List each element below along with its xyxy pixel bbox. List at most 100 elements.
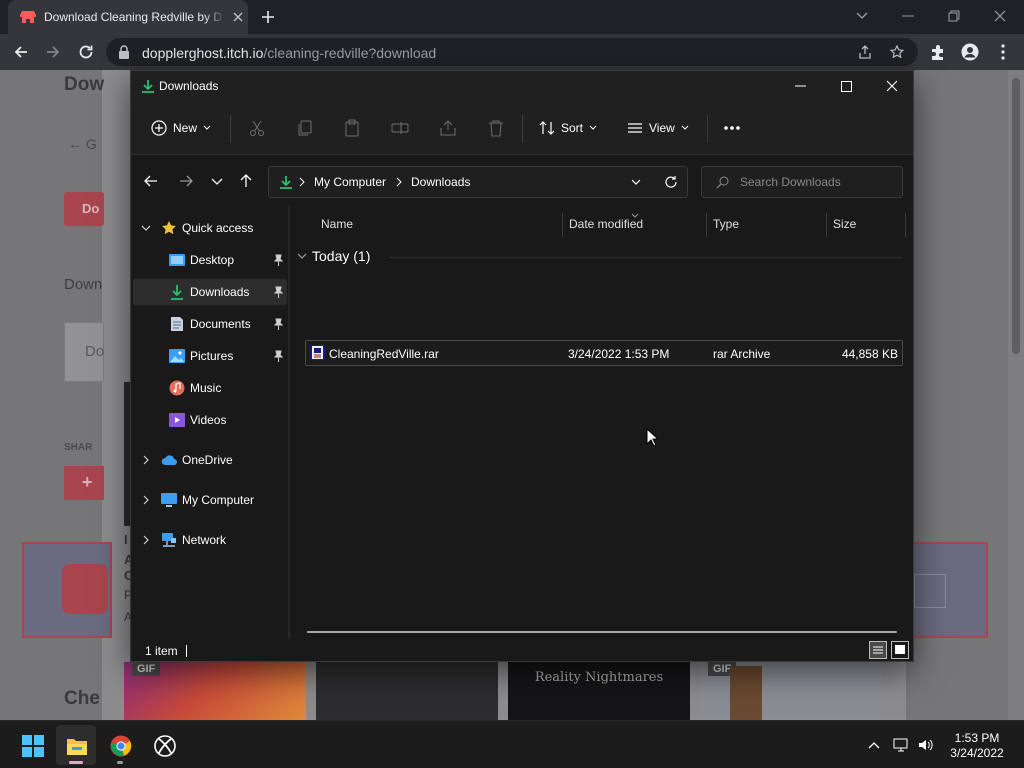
delete-icon[interactable]: [487, 119, 505, 137]
breadcrumb-downloads[interactable]: Downloads: [411, 175, 470, 189]
tab-close-icon[interactable]: [232, 11, 244, 23]
documents-icon: [171, 317, 183, 331]
close-icon[interactable]: [990, 6, 1010, 26]
refresh-icon[interactable]: [664, 175, 678, 189]
navigation-pane: Quick access Desktop Downloads Documents…: [131, 207, 289, 635]
nav-quick-access[interactable]: Quick access: [133, 215, 287, 241]
browser-tab[interactable]: Download Cleaning Redville by D: [8, 0, 248, 34]
maximize-icon[interactable]: [823, 71, 869, 101]
nav-item-desktop[interactable]: Desktop: [133, 247, 287, 273]
tiles-view-button[interactable]: [891, 641, 909, 659]
plus-circle-icon: [151, 120, 167, 136]
search-input[interactable]: [740, 173, 890, 191]
more-menu-icon[interactable]: [994, 43, 1012, 61]
breadcrumb-my-computer[interactable]: My Computer: [314, 175, 386, 189]
volume-icon[interactable]: [918, 737, 934, 753]
start-button[interactable]: [12, 725, 52, 765]
nav-item-downloads[interactable]: Downloads: [133, 279, 287, 305]
taskbar-xbox[interactable]: [144, 725, 184, 765]
file-row[interactable]: CleaningRedVille.rar 3/24/2022 1:53 PM r…: [305, 340, 903, 366]
cut-icon[interactable]: [248, 119, 266, 137]
new-tab-icon[interactable]: [260, 9, 276, 25]
xbox-icon: [154, 735, 176, 757]
breadcrumb-chevron-icon[interactable]: [298, 177, 306, 187]
network-status-icon[interactable]: [893, 737, 909, 753]
forward-arrow-icon[interactable]: [44, 43, 62, 61]
bookmark-star-icon[interactable]: [890, 45, 904, 59]
tab-search-icon[interactable]: [852, 6, 872, 26]
chevron-right-icon[interactable]: [141, 495, 151, 505]
chevron-right-icon[interactable]: [141, 455, 151, 465]
share-button-fragment: +: [64, 466, 104, 500]
minimize-icon[interactable]: [898, 6, 918, 26]
explorer-search-box[interactable]: [701, 166, 903, 198]
share-icon[interactable]: [858, 45, 872, 59]
recent-locations-chevron-icon[interactable]: [209, 173, 225, 189]
chevron-up-icon[interactable]: [866, 737, 882, 753]
back-arrow-icon[interactable]: [12, 43, 30, 61]
pin-icon[interactable]: [273, 286, 284, 298]
chevron-right-icon[interactable]: [141, 535, 151, 545]
forward-arrow-icon[interactable]: [178, 173, 194, 189]
nav-item-documents[interactable]: Documents: [133, 311, 287, 337]
pin-icon[interactable]: [273, 254, 284, 266]
taskbar-chrome[interactable]: [100, 725, 140, 765]
taskbar-clock[interactable]: 1:53 PM 3/24/2022: [944, 731, 1010, 761]
nav-network[interactable]: Network: [133, 527, 287, 553]
running-indicator: [117, 761, 123, 764]
column-header-type[interactable]: Type: [713, 217, 739, 231]
rename-icon[interactable]: [391, 119, 409, 137]
details-view-button[interactable]: [869, 641, 887, 659]
view-button[interactable]: View: [627, 117, 689, 139]
chevron-down-icon[interactable]: [297, 253, 307, 261]
game-thumbnail[interactable]: [316, 662, 498, 720]
taskbar-file-explorer[interactable]: [56, 725, 96, 765]
nav-label: Network: [182, 533, 227, 547]
more-heading-fragment: Che: [64, 688, 100, 709]
search-icon: [716, 176, 729, 189]
extensions-icon[interactable]: [929, 43, 947, 61]
sort-button[interactable]: Sort: [539, 117, 597, 139]
reload-icon[interactable]: [77, 43, 95, 61]
page-scrollbar[interactable]: [1008, 70, 1024, 720]
profile-icon[interactable]: [961, 43, 979, 61]
new-button[interactable]: New: [151, 117, 211, 139]
column-divider[interactable]: [562, 213, 563, 237]
horizontal-scrollbar[interactable]: [307, 631, 897, 633]
explorer-address-bar[interactable]: My Computer Downloads: [268, 166, 688, 198]
address-bar[interactable]: dopplerghost.itch.io/cleaning-redville?d…: [106, 38, 918, 66]
column-divider[interactable]: [905, 213, 906, 237]
pane-splitter[interactable]: [288, 207, 290, 639]
game-thumbnail[interactable]: GIF: [700, 662, 882, 720]
breadcrumb-chevron-icon[interactable]: [395, 177, 403, 187]
column-header-name[interactable]: Name: [321, 217, 353, 231]
game-thumbnail[interactable]: GIF: [124, 662, 306, 720]
scrollbar-thumb[interactable]: [1012, 78, 1020, 354]
pin-icon[interactable]: [273, 350, 284, 362]
nav-my-computer[interactable]: My Computer: [133, 487, 287, 513]
nav-item-videos[interactable]: Videos: [133, 407, 287, 433]
file-explorer-window: Downloads New Sort View My Computer Down…: [130, 70, 914, 662]
lock-icon[interactable]: [118, 45, 130, 59]
copy-icon[interactable]: [296, 119, 314, 137]
explorer-title-bar[interactable]: Downloads: [131, 71, 913, 101]
see-more-button[interactable]: [723, 117, 741, 139]
restore-icon[interactable]: [944, 6, 964, 26]
nav-onedrive[interactable]: OneDrive: [133, 447, 287, 473]
paste-icon[interactable]: [343, 119, 361, 137]
nav-item-pictures[interactable]: Pictures: [133, 343, 287, 369]
column-divider[interactable]: [706, 213, 707, 237]
close-icon[interactable]: [869, 71, 915, 101]
column-header-size[interactable]: Size: [833, 217, 856, 231]
nav-item-music[interactable]: Music: [133, 375, 287, 401]
minimize-icon[interactable]: [777, 71, 823, 101]
column-divider[interactable]: [826, 213, 827, 237]
address-history-chevron-icon[interactable]: [631, 179, 641, 186]
column-header-date-modified[interactable]: Date modified: [569, 217, 643, 231]
chevron-down-icon[interactable]: [141, 223, 151, 233]
game-thumbnail[interactable]: Reality Nightmares: [508, 662, 690, 720]
share-icon[interactable]: [439, 119, 457, 137]
pin-icon[interactable]: [273, 318, 284, 330]
up-arrow-icon[interactable]: [238, 173, 254, 189]
back-arrow-icon[interactable]: [143, 173, 159, 189]
